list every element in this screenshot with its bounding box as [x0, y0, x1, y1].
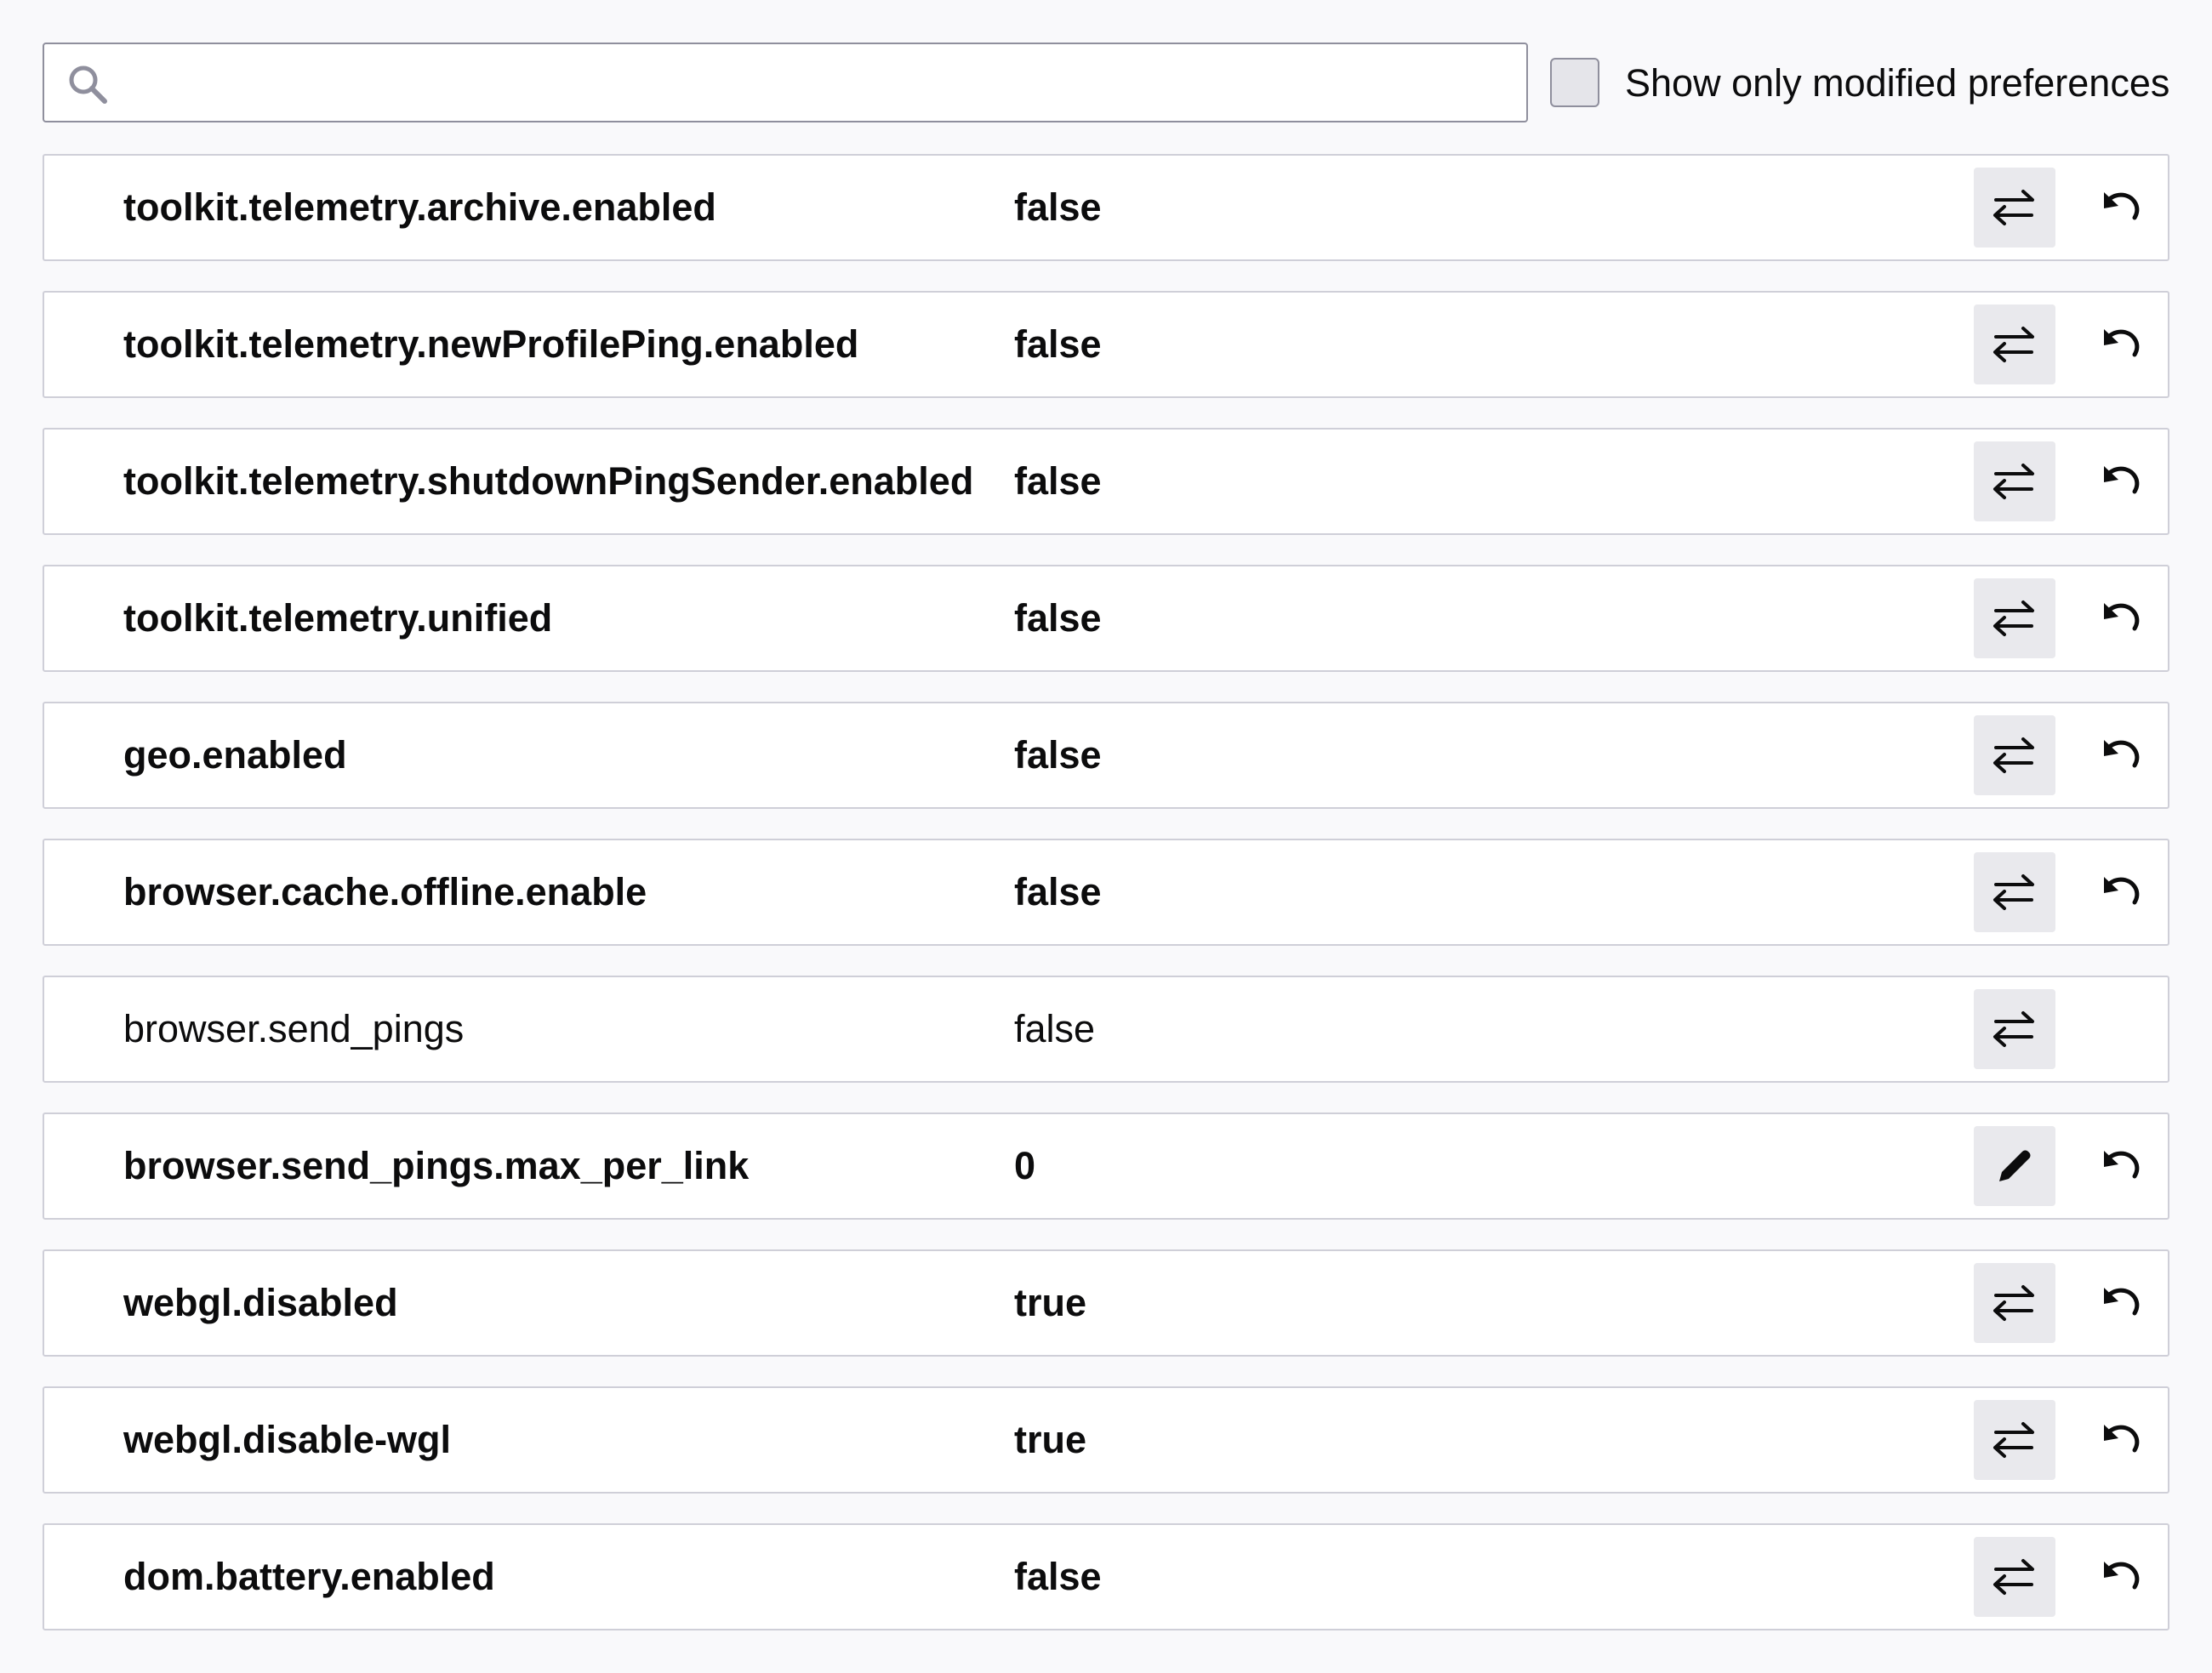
- preferences-list: toolkit.telemetry.archive.enabled false …: [43, 154, 2169, 1660]
- show-modified-checkbox[interactable]: [1550, 58, 1599, 107]
- preference-row: webgl.disabled true: [43, 1249, 2169, 1357]
- toggle-icon: [1991, 184, 2038, 231]
- preference-row: toolkit.telemetry.archive.enabled false: [43, 154, 2169, 261]
- search-icon: [66, 63, 109, 105]
- toggle-icon: [1991, 1005, 2038, 1053]
- toggle-icon: [1991, 868, 2038, 916]
- preference-name: toolkit.telemetry.unified: [123, 596, 553, 640]
- reset-button[interactable]: [2079, 168, 2161, 248]
- edit-button[interactable]: [1974, 1126, 2055, 1206]
- toggle-button[interactable]: [1974, 715, 2055, 795]
- reset-icon: [2096, 731, 2144, 779]
- preference-row: browser.cache.offline.enable false: [43, 839, 2169, 946]
- reset-icon: [2096, 1142, 2144, 1190]
- reset-icon: [2096, 1279, 2144, 1327]
- preference-name: browser.send_pings: [123, 1007, 465, 1050]
- reset-icon: [2096, 1553, 2144, 1601]
- preference-row: toolkit.telemetry.newProfilePing.enabled…: [43, 291, 2169, 398]
- toggle-button[interactable]: [1974, 304, 2055, 384]
- reset-button[interactable]: [2079, 852, 2161, 932]
- preference-value: false: [1014, 870, 1102, 913]
- preference-row: browser.send_pings.max_per_link 0: [43, 1112, 2169, 1220]
- reset-icon: [2096, 595, 2144, 642]
- toggle-button[interactable]: [1974, 578, 2055, 658]
- toggle-button[interactable]: [1974, 1400, 2055, 1480]
- preference-row: toolkit.telemetry.shutdownPingSender.ena…: [43, 428, 2169, 535]
- preference-name: toolkit.telemetry.newProfilePing.enabled: [123, 322, 859, 366]
- reset-button[interactable]: [2079, 304, 2161, 384]
- preference-row: geo.enabled false: [43, 702, 2169, 809]
- preference-row: webgl.disable-wgl true: [43, 1386, 2169, 1494]
- reset-button[interactable]: [2079, 1126, 2161, 1206]
- toggle-button[interactable]: [1974, 168, 2055, 248]
- toggle-icon: [1991, 595, 2038, 642]
- toggle-icon: [1991, 458, 2038, 505]
- toggle-icon: [1991, 321, 2038, 368]
- preference-row: toolkit.telemetry.unified false: [43, 565, 2169, 672]
- preference-value: true: [1014, 1281, 1087, 1324]
- reset-button[interactable]: [2079, 1400, 2161, 1480]
- reset-button[interactable]: [2079, 715, 2161, 795]
- preference-name: geo.enabled: [123, 733, 347, 777]
- preference-value: false: [1014, 459, 1102, 503]
- preference-value: false: [1014, 185, 1102, 229]
- reset-icon: [2096, 184, 2144, 231]
- edit-icon: [1993, 1144, 2037, 1188]
- preference-value: false: [1014, 1555, 1102, 1598]
- preference-value: false: [1014, 322, 1102, 366]
- toggle-button[interactable]: [1974, 989, 2055, 1069]
- toggle-button[interactable]: [1974, 852, 2055, 932]
- toggle-icon: [1991, 1416, 2038, 1464]
- preference-name: toolkit.telemetry.archive.enabled: [123, 185, 716, 229]
- reset-button[interactable]: [2079, 1263, 2161, 1343]
- preference-name: browser.cache.offline.enable: [123, 870, 647, 913]
- preference-name: dom.battery.enabled: [123, 1555, 495, 1598]
- preference-value: false: [1014, 733, 1102, 777]
- reset-button[interactable]: [2079, 578, 2161, 658]
- reset-button[interactable]: [2079, 441, 2161, 521]
- preference-name: webgl.disable-wgl: [123, 1418, 452, 1461]
- preference-value: 0: [1014, 1144, 1036, 1187]
- reset-icon: [2096, 1416, 2144, 1464]
- preference-row: browser.send_pings false: [43, 976, 2169, 1083]
- preference-name: toolkit.telemetry.shutdownPingSender.ena…: [123, 459, 974, 503]
- preference-value: true: [1014, 1418, 1087, 1461]
- search-input[interactable]: [129, 53, 1511, 114]
- preference-value: false: [1014, 1007, 1096, 1050]
- toggle-button[interactable]: [1974, 1537, 2055, 1617]
- preference-name: webgl.disabled: [123, 1281, 398, 1324]
- reset-button[interactable]: [2079, 1537, 2161, 1617]
- toggle-icon: [1991, 731, 2038, 779]
- search-box[interactable]: [43, 43, 1528, 122]
- preference-row: dom.battery.enabled false: [43, 1523, 2169, 1630]
- toggle-button[interactable]: [1974, 441, 2055, 521]
- reset-icon: [2096, 868, 2144, 916]
- toggle-icon: [1991, 1279, 2038, 1327]
- reset-icon: [2096, 458, 2144, 505]
- reset-icon: [2096, 321, 2144, 368]
- preference-value: false: [1014, 596, 1102, 640]
- toggle-button[interactable]: [1974, 1263, 2055, 1343]
- show-modified-label[interactable]: Show only modified preferences: [1625, 60, 2169, 107]
- preference-name: browser.send_pings.max_per_link: [123, 1144, 750, 1187]
- toggle-icon: [1991, 1553, 2038, 1601]
